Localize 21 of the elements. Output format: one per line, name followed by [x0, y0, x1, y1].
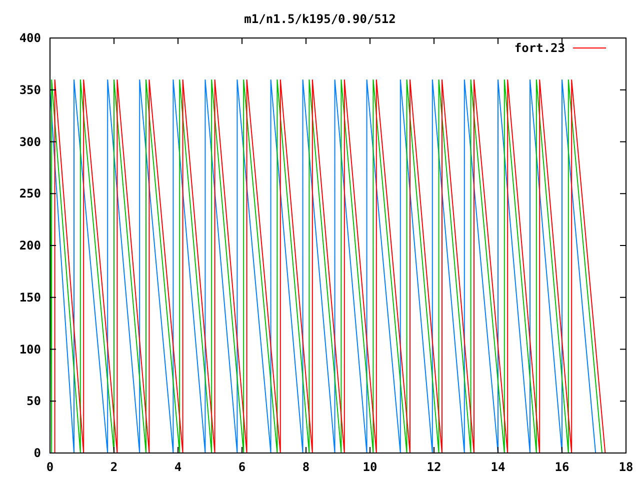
y-tick-label: 350 [19, 82, 41, 97]
legend-label: fort.23 [514, 41, 565, 55]
x-tick-label: 14 [490, 460, 506, 474]
x-tick-label: 18 [618, 460, 634, 474]
y-tick-label: 250 [19, 186, 41, 201]
x-tick-label: 10 [362, 460, 378, 474]
x-tick-label: 4 [174, 460, 182, 474]
y-tick-label: 0 [34, 446, 41, 460]
y-tick-label: 400 [19, 31, 41, 45]
x-tick-label: 8 [302, 460, 310, 474]
x-tick-label: 2 [110, 460, 118, 474]
x-tick-label: 6 [238, 460, 246, 474]
x-tick-label: 0 [46, 460, 54, 474]
chart-title: m1/n1.5/k195/0.90/512 [244, 12, 396, 26]
x-tick-label: 12 [426, 460, 442, 474]
y-tick-label: 300 [19, 134, 41, 149]
y-tick-label: 150 [19, 290, 41, 304]
x-tick-label: 16 [554, 460, 570, 474]
y-tick-label: 50 [26, 394, 41, 408]
y-tick-label: 200 [19, 238, 41, 252]
y-tick-label: 100 [19, 342, 41, 356]
